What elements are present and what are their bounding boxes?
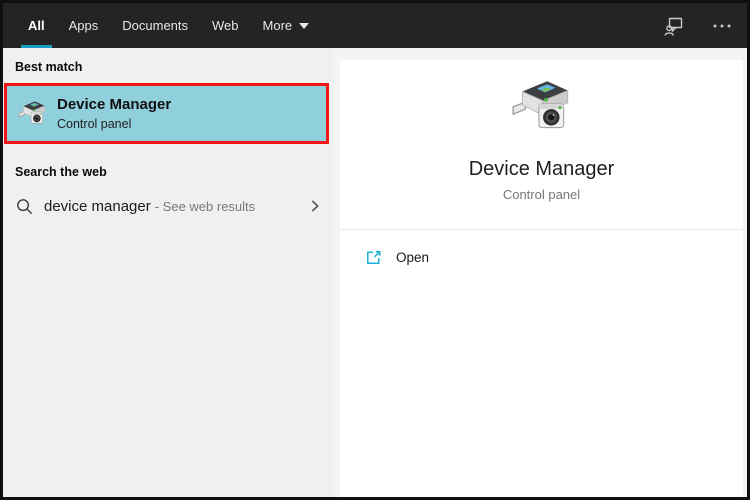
preview-title: Device Manager — [469, 158, 615, 181]
chevron-down-icon — [299, 23, 309, 29]
ellipsis-icon[interactable] — [711, 15, 733, 37]
search-filter-bar: All Apps Documents Web More — [3, 3, 747, 48]
topbar-actions — [663, 15, 733, 37]
filter-tabs: All Apps Documents Web More — [16, 3, 321, 48]
preview-panel: Device Manager Control panel Open — [333, 48, 747, 497]
open-icon — [364, 248, 383, 267]
best-match-subtitle: Control panel — [57, 117, 171, 131]
active-tab-underline — [21, 45, 52, 48]
web-search-result[interactable]: device manager - See web results — [3, 188, 333, 224]
search-flyout-window: All Apps Documents Web More — [0, 0, 750, 500]
best-match-text-block: Device Manager Control panel — [57, 96, 171, 131]
tab-web-label: Web — [212, 18, 239, 33]
tab-documents[interactable]: Documents — [122, 3, 188, 48]
tab-apps-label: Apps — [69, 18, 99, 33]
tab-more-label: More — [263, 18, 293, 33]
best-match-result-device-manager[interactable]: Device Manager Control panel — [4, 83, 329, 144]
tab-all[interactable]: All — [28, 3, 45, 48]
device-manager-icon — [509, 74, 575, 140]
tab-more[interactable]: More — [263, 3, 310, 48]
feedback-icon[interactable] — [663, 15, 685, 37]
web-search-suffix: - See web results — [155, 199, 255, 214]
web-search-query: device manager — [44, 198, 151, 215]
results-panel: Best match — [3, 48, 333, 497]
preview-header: Device Manager Control panel — [340, 60, 743, 229]
tab-all-label: All — [28, 18, 45, 33]
search-icon — [16, 198, 33, 215]
preview-subtitle: Control panel — [503, 187, 580, 202]
chevron-right-icon[interactable] — [307, 198, 323, 214]
open-action-label: Open — [396, 250, 429, 265]
search-the-web-header: Search the web — [3, 165, 333, 179]
open-action[interactable]: Open — [340, 230, 743, 267]
preview-card: Device Manager Control panel Open — [340, 60, 743, 497]
device-manager-icon — [17, 98, 48, 129]
search-results-area: Best match — [3, 48, 747, 497]
tab-web[interactable]: Web — [212, 3, 239, 48]
best-match-title: Device Manager — [57, 96, 171, 113]
best-match-header: Best match — [3, 60, 333, 74]
tab-documents-label: Documents — [122, 18, 188, 33]
tab-apps[interactable]: Apps — [69, 3, 99, 48]
